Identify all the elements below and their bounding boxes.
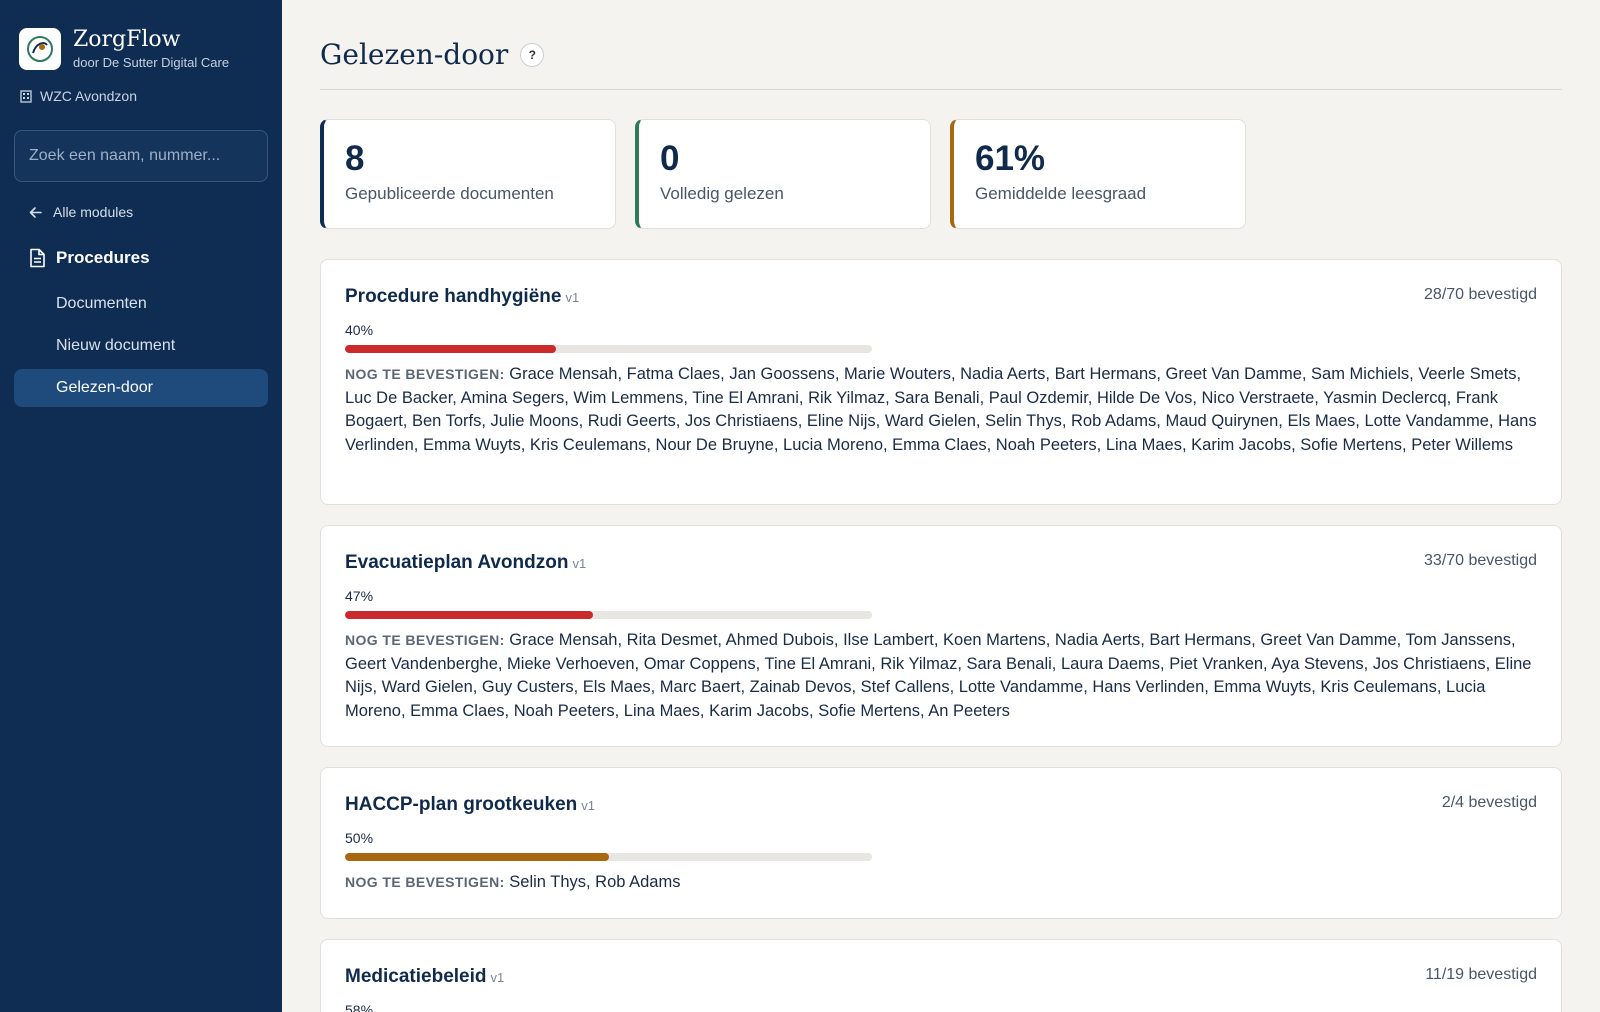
building-icon [20, 90, 32, 103]
document-version: v1 [565, 290, 580, 305]
document-card[interactable]: Medicatiebeleid v1 11/19 bevestigd 58% [320, 939, 1562, 1012]
document-confirmed-count: 28/70 bevestigd [1424, 286, 1537, 303]
search-box[interactable] [14, 130, 268, 182]
pending-list: NOG TE BEVESTIGEN: Selin Thys, Rob Adams [345, 871, 1539, 895]
facility-label: WZC Avondzon [19, 88, 137, 104]
brand: ZorgFlow door De Sutter Digital Care [19, 27, 229, 70]
brand-subtitle: door De Sutter Digital Care [73, 55, 230, 70]
document-icon [30, 248, 45, 268]
help-icon[interactable]: ? [520, 42, 545, 67]
facility-name: WZC Avondzon [40, 88, 138, 104]
progress-bar [345, 345, 872, 353]
pending-label: NOG TE BEVESTIGEN: [345, 366, 505, 382]
progress-bar-fill [345, 345, 556, 353]
document-version: v1 [572, 556, 587, 571]
document-percent: 47% [345, 588, 374, 604]
progress-bar-fill [345, 853, 609, 861]
nav-section-procedures[interactable]: Procedures [28, 248, 150, 268]
header-divider [320, 89, 1562, 90]
main-content: Gelezen-door ? 8 Gepubliceerde documente… [282, 0, 1600, 1012]
document-title: HACCP-plan grootkeuken v1 [345, 794, 595, 816]
sidebar-item-gelezen-door[interactable]: Gelezen-door [14, 369, 268, 407]
progress-bar [345, 611, 872, 619]
sidebar: ZorgFlow door De Sutter Digital Care WZC… [0, 0, 282, 1012]
brand-name: ZorgFlow [73, 27, 181, 52]
sidebar-item-nieuw-document[interactable]: Nieuw document [14, 327, 268, 365]
document-title-text: Procedure handhygiëne [345, 286, 562, 307]
stat-label: Volledig gelezen [660, 184, 784, 203]
stat-value: 8 [345, 139, 365, 178]
zorgflow-logo-icon [19, 27, 61, 70]
page-header: Gelezen-door ? [320, 38, 545, 71]
pending-label: NOG TE BEVESTIGEN: [345, 874, 505, 890]
pending-list: NOG TE BEVESTIGEN: Grace Mensah, Rita De… [345, 629, 1539, 723]
pending-label: NOG TE BEVESTIGEN: [345, 632, 505, 648]
document-confirmed-count: 33/70 bevestigd [1424, 552, 1537, 569]
stat-label: Gepubliceerde documenten [345, 184, 554, 203]
search-input[interactable] [29, 147, 253, 165]
document-title-text: HACCP-plan grootkeuken [345, 794, 578, 815]
stat-card-fully-read: 0 Volledig gelezen [635, 119, 931, 229]
document-percent: 50% [345, 830, 374, 846]
arrow-left-icon [29, 206, 42, 218]
pending-names: Grace Mensah, Rita Desmet, Ahmed Dubois,… [345, 631, 1532, 720]
stat-card-published: 8 Gepubliceerde documenten [320, 119, 616, 229]
document-version: v1 [581, 798, 595, 813]
pending-names: Grace Mensah, Fatma Claes, Jan Goossens,… [345, 365, 1537, 454]
document-percent: 40% [345, 322, 374, 338]
document-title: Medicatiebeleid v1 [345, 966, 504, 988]
stat-label: Gemiddelde leesgraad [975, 184, 1147, 203]
page-title: Gelezen-door [320, 38, 509, 71]
document-card[interactable]: HACCP-plan grootkeuken v1 2/4 bevestigd 5… [320, 767, 1562, 919]
document-percent: 58% [345, 1002, 374, 1012]
stat-value: 61% [975, 139, 1046, 178]
document-card[interactable]: Procedure handhygiëne v1 28/70 bevestigd … [320, 259, 1562, 505]
document-version: v1 [490, 970, 505, 985]
stat-value: 0 [660, 139, 680, 178]
all-modules-label: Alle modules [53, 204, 134, 220]
pending-names: Selin Thys, Rob Adams [509, 873, 681, 891]
all-modules-link[interactable]: Alle modules [28, 204, 133, 220]
document-title-text: Medicatiebeleid [345, 966, 487, 987]
progress-bar [345, 853, 872, 861]
document-title-text: Evacuatieplan Avondzon [345, 552, 569, 573]
document-card[interactable]: Evacuatieplan Avondzon v1 33/70 bevestigd… [320, 525, 1562, 747]
progress-bar-fill [345, 611, 593, 619]
document-confirmed-count: 2/4 bevestigd [1441, 794, 1537, 811]
nav-section-label: Procedures [56, 248, 150, 267]
stat-card-average-read-rate: 61% Gemiddelde leesgraad [950, 119, 1246, 229]
document-confirmed-count: 11/19 bevestigd [1425, 966, 1537, 983]
sidebar-item-documenten[interactable]: Documenten [14, 285, 268, 323]
document-title: Procedure handhygiëne v1 [345, 286, 579, 308]
document-title: Evacuatieplan Avondzon v1 [345, 552, 586, 574]
pending-list: NOG TE BEVESTIGEN: Grace Mensah, Fatma C… [345, 363, 1539, 457]
